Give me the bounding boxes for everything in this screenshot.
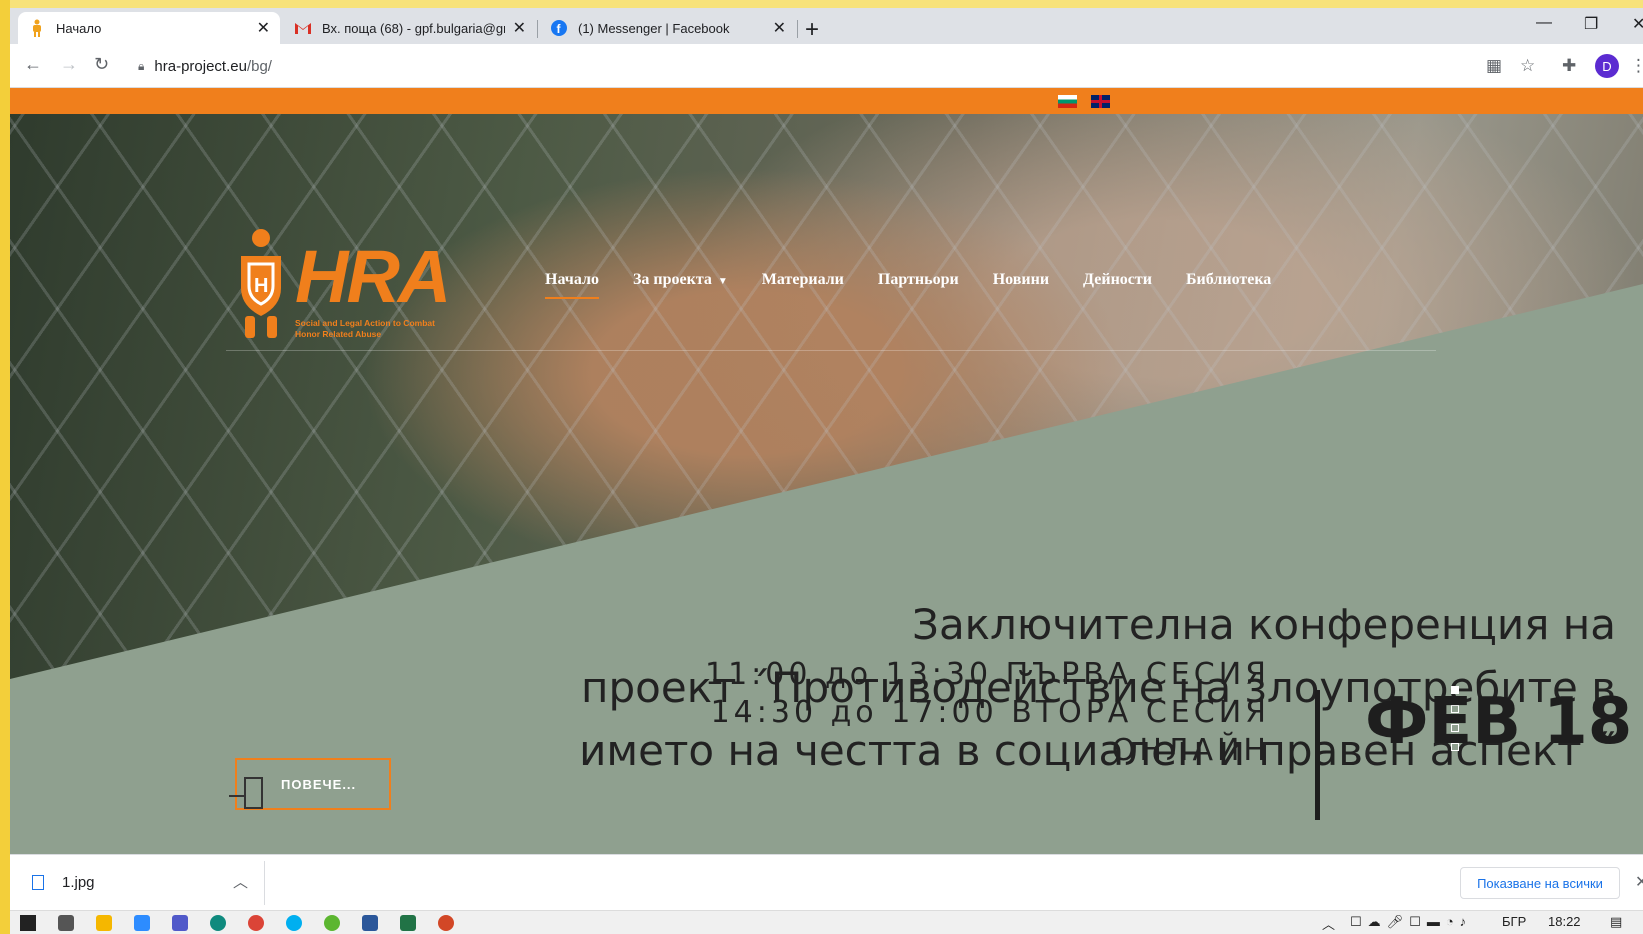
clock[interactable]: 18:22 [1548,914,1581,929]
zoom-icon[interactable] [134,915,150,931]
url-path: /bg/ [246,57,272,75]
session-line-2: 14:30 до 17:00 ВТОРА СЕСИЯ [710,695,1270,730]
word-icon[interactable] [362,915,378,931]
downloads-bar: 1.jpg ︿ Показване на всички ✕ [10,854,1643,910]
address-toolbar: ← → ↻ 🔒︎ hra-project.eu/bg/ ▦ ☆ ✚ D ⋮ [10,44,1643,88]
bookmark-star-icon[interactable]: ☆ [1520,56,1535,76]
headline-line-1: Заключителна конференция на [912,600,1616,649]
event-date: ФЕВ 18 [1365,685,1633,759]
qr-code-icon[interactable]: ▦ [1486,56,1502,76]
close-window-icon[interactable]: ✕ [1632,14,1643,34]
windows-start-icon[interactable] [20,915,36,931]
file-icon [32,875,44,890]
close-downloads-icon[interactable]: ✕ [1635,872,1643,892]
session-line-1: 11:00 до 13:30 ПЪРВА СЕСИЯ [704,657,1270,692]
date-divider [1315,690,1320,820]
nav-activities[interactable]: Дейности [1083,271,1152,289]
teams-icon[interactable] [172,915,188,931]
new-tab-button[interactable]: + [805,16,819,44]
file-explorer-icon[interactable] [96,915,112,931]
notifications-icon[interactable]: ▤ [1610,914,1622,930]
windows-taskbar: ︿ ☐☁🎤︎☐▬◔♪ БГР 18:22 ▤ [10,910,1643,934]
backdrop-shape [0,0,10,934]
menu-icon[interactable]: ⋮ [1630,56,1643,76]
restore-icon[interactable]: ❐ [1584,14,1598,34]
divider [264,861,265,905]
forward-icon[interactable]: → [60,54,78,75]
tab-title: Начало [56,20,102,36]
gmail-icon [294,19,312,37]
main-nav: Начало За проекта ▼ Материали Партньори Н… [545,271,1305,299]
session-line-3: ОНЛАЙН [1111,733,1270,768]
bulgarian-flag-icon[interactable] [1058,95,1077,108]
lock-icon[interactable]: 🔒︎ [138,59,144,74]
tab-title: (1) Messenger | Facebook [578,20,730,36]
nav-about[interactable]: За проекта ▼ [633,271,728,289]
tab-title: Вх. поща (68) - gpf.bulgaria@gm [322,20,505,36]
language-indicator[interactable]: БГР [1502,914,1526,929]
svg-text:H: H [254,275,268,297]
close-tab-icon[interactable]: ✕ [513,18,526,38]
address-bar[interactable]: 🔒︎ hra-project.eu/bg/ [130,50,1490,82]
language-bar [10,88,1643,114]
minimize-icon[interactable]: — [1536,14,1552,32]
hra-figure-icon [28,19,46,37]
logo-wordmark: HRA [295,235,451,318]
session-times: 11:00 до 13:30 ПЪРВА СЕСИЯ 14:30 до 17:0… [650,656,1270,770]
download-item[interactable]: 1.jpg [32,874,95,891]
chrome-icon[interactable] [248,915,264,931]
nav-about-label: За проекта [632,271,712,288]
nav-home[interactable]: Начало [545,271,599,299]
browser-window: Начало ✕ Вх. поща (68) - gpf.bulgaria@gm… [10,8,1643,934]
tab-strip: Начало ✕ Вх. поща (68) - gpf.bulgaria@gm… [10,8,1643,44]
nav-materials[interactable]: Материали [762,271,844,289]
url-text[interactable]: hra-project.eu/bg/ [154,58,272,75]
download-filename: 1.jpg [62,874,95,891]
edge-icon[interactable] [210,915,226,931]
tray-icons[interactable]: ☐☁🎤︎☐▬◔♪ [1350,914,1472,930]
chevron-up-icon[interactable]: ︿ [233,871,248,892]
close-tab-icon[interactable]: ✕ [773,18,786,38]
profile-avatar[interactable]: D [1595,54,1619,78]
back-icon[interactable]: ← [24,54,42,75]
caret-down-icon: ▼ [717,276,728,287]
extensions-icon[interactable]: ✚ [1562,56,1576,76]
logo-tagline: Social and Legal Action to Combat Honor … [295,318,435,340]
hra-shield-icon: H [241,229,281,338]
utorrent-icon[interactable] [324,915,340,931]
nav-partners[interactable]: Партньори [878,271,959,289]
header-divider [226,350,1436,351]
tray-chevron-icon[interactable]: ︿ [1322,914,1335,933]
logo-tagline-line-2: Honor Related Abuse [295,329,382,339]
tab-separator [797,20,798,38]
tab-messenger[interactable]: f (1) Messenger | Facebook ✕ [540,12,796,44]
facebook-icon: f [550,19,568,37]
tab-home[interactable]: Начало ✕ [18,12,280,44]
reload-icon[interactable]: ↻ [94,54,109,75]
task-view-icon[interactable] [58,915,74,931]
nav-news[interactable]: Новини [993,271,1049,289]
tab-separator [537,20,538,38]
close-tab-icon[interactable]: ✕ [257,18,270,38]
powerpoint-icon[interactable] [438,915,454,931]
url-host: hra-project.eu [154,57,247,75]
chart-icon [229,777,263,809]
site-logo[interactable]: H HRA Social and Legal Action to Combat … [225,228,455,340]
logo-tagline-line-1: Social and Legal Action to Combat [295,318,435,328]
show-all-button[interactable]: Показване на всички [1460,867,1620,899]
english-flag-icon[interactable] [1091,95,1110,108]
excel-icon[interactable] [400,915,416,931]
tab-gmail[interactable]: Вх. поща (68) - gpf.bulgaria@gm ✕ [284,12,536,44]
skype-icon[interactable] [286,915,302,931]
nav-library[interactable]: Библиотека [1186,271,1271,289]
